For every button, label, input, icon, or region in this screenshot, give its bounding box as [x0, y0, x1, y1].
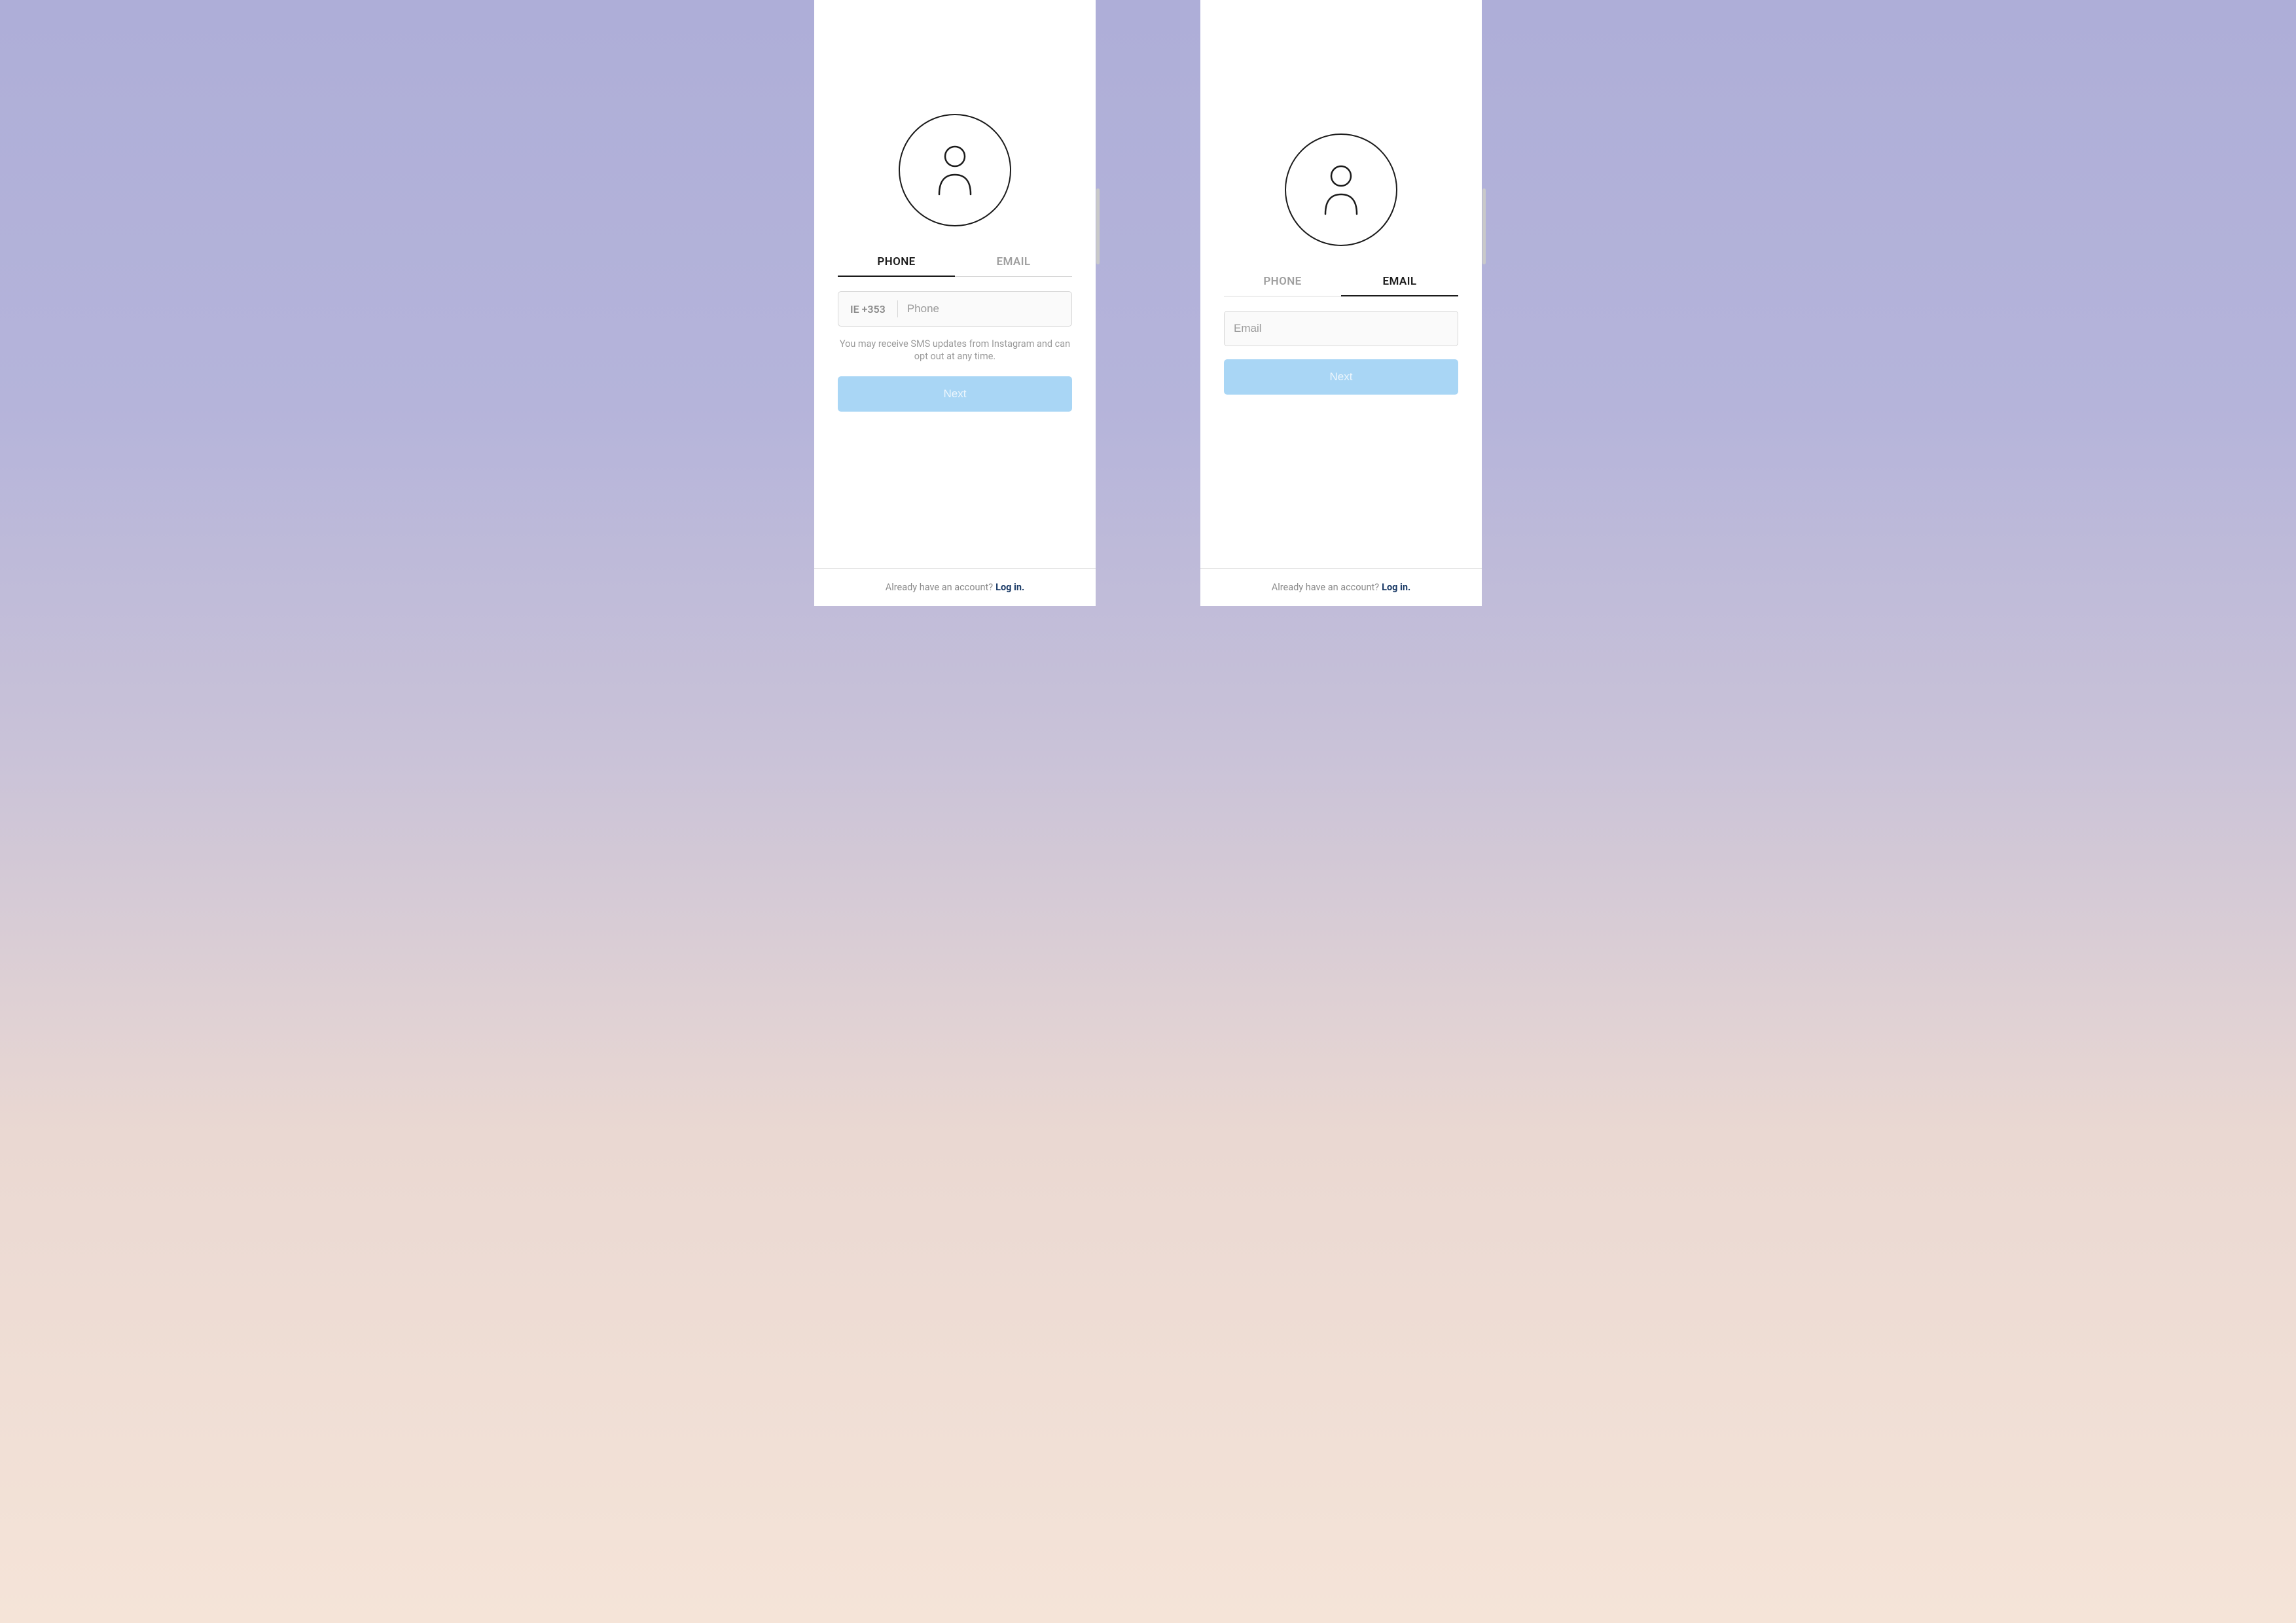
- login-link[interactable]: Log in.: [996, 582, 1024, 593]
- scroll-indicator[interactable]: [1482, 188, 1486, 264]
- content-area: PHONE EMAIL Next: [1200, 0, 1482, 568]
- tab-phone[interactable]: PHONE: [1224, 268, 1341, 296]
- footer-prompt: Already have an account?: [886, 582, 993, 593]
- avatar-placeholder: [899, 114, 1011, 226]
- tab-email[interactable]: EMAIL: [955, 249, 1072, 276]
- country-code-selector[interactable]: IE +353: [838, 300, 898, 317]
- email-input[interactable]: [1225, 312, 1458, 346]
- next-button[interactable]: Next: [838, 376, 1072, 412]
- person-icon: [935, 145, 975, 196]
- person-icon: [1321, 164, 1361, 215]
- footer: Already have an account? Log in.: [814, 568, 1096, 606]
- content-area: PHONE EMAIL IE +353 You may receive SMS …: [814, 0, 1096, 568]
- signup-screen-email: PHONE EMAIL Next Already have an account…: [1200, 0, 1482, 606]
- login-link[interactable]: Log in.: [1382, 582, 1410, 593]
- tab-phone[interactable]: PHONE: [838, 249, 955, 276]
- tab-email[interactable]: EMAIL: [1341, 268, 1458, 296]
- sms-helper-text: You may receive SMS updates from Instagr…: [838, 338, 1072, 363]
- signup-tabs: PHONE EMAIL: [838, 249, 1072, 277]
- footer: Already have an account? Log in.: [1200, 568, 1482, 606]
- avatar-placeholder: [1285, 134, 1397, 246]
- signup-tabs: PHONE EMAIL: [1224, 268, 1458, 296]
- email-input-row: [1224, 311, 1458, 346]
- phone-input[interactable]: [898, 292, 1071, 326]
- signup-screen-phone: PHONE EMAIL IE +353 You may receive SMS …: [814, 0, 1096, 606]
- footer-prompt: Already have an account?: [1272, 582, 1379, 593]
- scroll-indicator[interactable]: [1096, 188, 1100, 264]
- phone-input-row: IE +353: [838, 291, 1072, 327]
- next-button[interactable]: Next: [1224, 359, 1458, 395]
